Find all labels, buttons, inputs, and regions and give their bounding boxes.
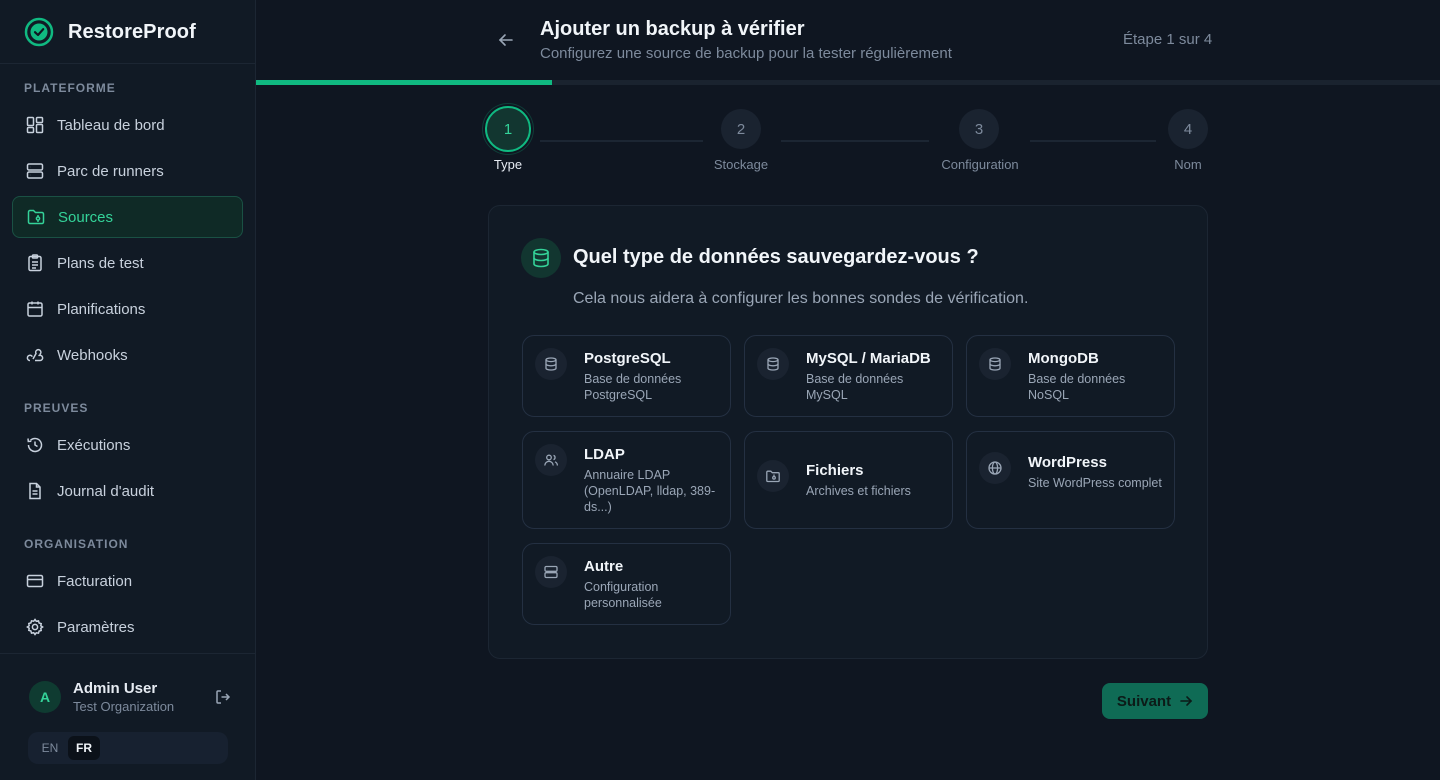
sidebar-item-audit-log[interactable]: Journal d'audit [12, 470, 243, 512]
section-label-preuves: PREUVES [24, 401, 89, 415]
arrow-right-icon [1180, 696, 1193, 706]
database-icon [757, 348, 789, 380]
users-icon [535, 444, 567, 476]
user-name: Admin User [73, 680, 158, 697]
option-postgresql[interactable]: PostgreSQL Base de données PostgreSQL [522, 335, 731, 417]
sidebar-item-test-plans[interactable]: Plans de test [12, 242, 243, 284]
sidebar-item-label: Webhooks [57, 346, 128, 364]
next-button-label: Suivant [1116, 692, 1172, 710]
logo-icon [24, 17, 54, 47]
sidebar-item-label: Planifications [57, 300, 146, 318]
option-title: LDAP [584, 446, 625, 463]
globe-icon [979, 452, 1011, 484]
option-title: Autre [584, 558, 624, 575]
option-description: Base de données MySQL [806, 372, 904, 402]
option-mongodb[interactable]: MongoDB Base de données NoSQL [966, 335, 1175, 417]
sidebar-item-label: Parc de runners [57, 162, 164, 180]
logout-icon[interactable] [214, 688, 232, 706]
user-organization: Test Organization [73, 699, 175, 714]
sidebar-item-label: Paramètres [57, 618, 135, 636]
option-description: Archives et fichiers [806, 484, 911, 498]
sidebar-item-label: Journal d'audit [57, 482, 155, 500]
gear-icon [26, 618, 44, 636]
app-name: RestoreProof [68, 20, 196, 43]
sidebar-item-label: Exécutions [57, 436, 131, 454]
option-mysql-mariadb[interactable]: MySQL / MariaDB Base de données MySQL [744, 335, 953, 417]
server-icon [535, 556, 567, 588]
language-fr-button[interactable]: FR [68, 736, 100, 760]
sidebar-item-label: Plans de test [57, 254, 144, 272]
sidebar-item-billing[interactable]: Facturation [12, 560, 243, 602]
option-ldap[interactable]: LDAP Annuaire LDAP (OpenLDAP, lldap, 389… [522, 431, 731, 529]
sidebar-item-schedules[interactable]: Planifications [12, 288, 243, 330]
clipboard-list-icon [28, 254, 42, 272]
progress-bar [256, 80, 1440, 85]
step-4-label: Nom [1174, 157, 1202, 172]
database-icon [535, 348, 567, 380]
server-icon [26, 163, 44, 179]
sidebar: RestoreProof PLATEFORME Tableau de bord … [0, 0, 256, 780]
step-2-label: Stockage [713, 157, 769, 172]
dashboard-icon [26, 116, 44, 134]
option-description: Base de données NoSQL [1028, 372, 1126, 402]
page-subtitle: Configurez une source de backup pour la … [540, 45, 952, 62]
divider [0, 653, 256, 654]
sidebar-item-dashboard[interactable]: Tableau de bord [12, 104, 243, 146]
option-title: MongoDB [1028, 350, 1099, 367]
folder-git-icon [27, 209, 45, 225]
next-button[interactable]: Suivant [1102, 683, 1208, 719]
step-3-circle: 3 [959, 109, 999, 149]
language-switcher: EN FR [28, 732, 228, 764]
file-text-icon [29, 482, 41, 500]
step-3-label: Configuration [941, 157, 1019, 172]
sidebar-item-webhooks[interactable]: Webhooks [12, 334, 243, 376]
option-title: Fichiers [806, 462, 864, 479]
section-label-plateforme: PLATEFORME [24, 81, 116, 95]
sidebar-item-executions[interactable]: Exécutions [12, 424, 243, 466]
section-label-organisation: ORGANISATION [24, 537, 129, 551]
card-subtitle: Cela nous aidera à configurer les bonnes… [573, 290, 1029, 307]
option-description: Configuration personnalisée [584, 580, 662, 610]
step-counter: Étape 1 sur 4 [1123, 31, 1213, 48]
stepper-connector [781, 140, 929, 142]
card-title: Quel type de données sauvegardez-vous ? [573, 246, 979, 268]
option-other[interactable]: Autre Configuration personnalisée [522, 543, 731, 625]
sidebar-item-runners[interactable]: Parc de runners [12, 150, 243, 192]
step-1-label: Type [493, 157, 523, 172]
option-description: Base de données PostgreSQL [584, 372, 682, 402]
history-icon [27, 437, 43, 453]
sidebar-item-label: Tableau de bord [57, 116, 165, 134]
option-title: PostgreSQL [584, 350, 671, 367]
stepper-connector [540, 140, 703, 142]
brand[interactable]: RestoreProof [24, 16, 196, 48]
stepper-connector [1030, 140, 1156, 142]
database-icon [979, 348, 1011, 380]
option-description: Annuaire LDAP (OpenLDAP, lldap, 389-ds..… [584, 468, 716, 514]
option-files[interactable]: Fichiers Archives et fichiers [744, 431, 953, 529]
database-icon [521, 238, 561, 278]
source-type-card: Quel type de données sauvegardez-vous ? … [488, 205, 1208, 659]
step-2-circle: 2 [721, 109, 761, 149]
page-title: Ajouter un backup à vérifier [540, 18, 805, 40]
step-1-circle: 1 [485, 106, 531, 152]
progress-bar-fill [256, 80, 552, 85]
back-arrow-icon[interactable] [496, 30, 516, 50]
sidebar-item-label: Sources [58, 208, 114, 226]
option-title: MySQL / MariaDB [806, 350, 931, 367]
option-wordpress[interactable]: WordPress Site WordPress complet [966, 431, 1175, 529]
sidebar-item-label: Facturation [57, 572, 133, 590]
sidebar-item-sources[interactable]: Sources [12, 196, 243, 238]
divider [0, 63, 256, 64]
language-en-button[interactable]: EN [34, 736, 66, 760]
folder-archive-icon [757, 460, 789, 492]
sidebar-item-settings[interactable]: Paramètres [12, 606, 243, 648]
webhook-icon [26, 348, 44, 362]
credit-card-icon [26, 574, 44, 588]
option-description: Site WordPress complet [1028, 476, 1162, 490]
calendar-icon [27, 301, 43, 317]
option-title: WordPress [1028, 454, 1107, 471]
step-4-circle: 4 [1168, 109, 1208, 149]
avatar: A [29, 681, 61, 713]
